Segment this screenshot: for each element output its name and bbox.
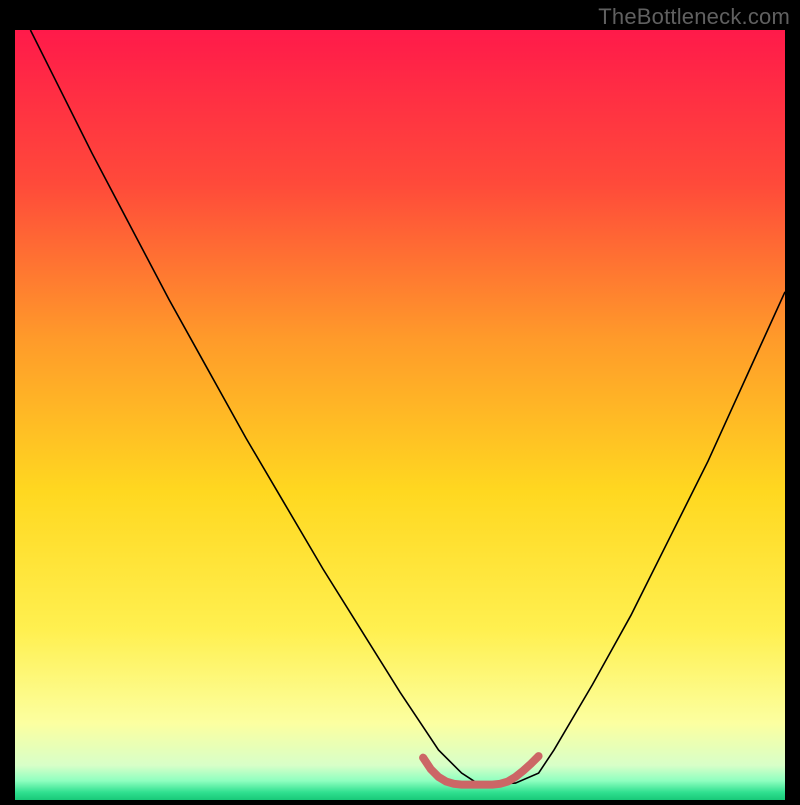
bottleneck-chart xyxy=(15,30,785,800)
watermark-text: TheBottleneck.com xyxy=(598,4,790,30)
chart-frame xyxy=(15,30,785,800)
chart-background xyxy=(15,30,785,800)
